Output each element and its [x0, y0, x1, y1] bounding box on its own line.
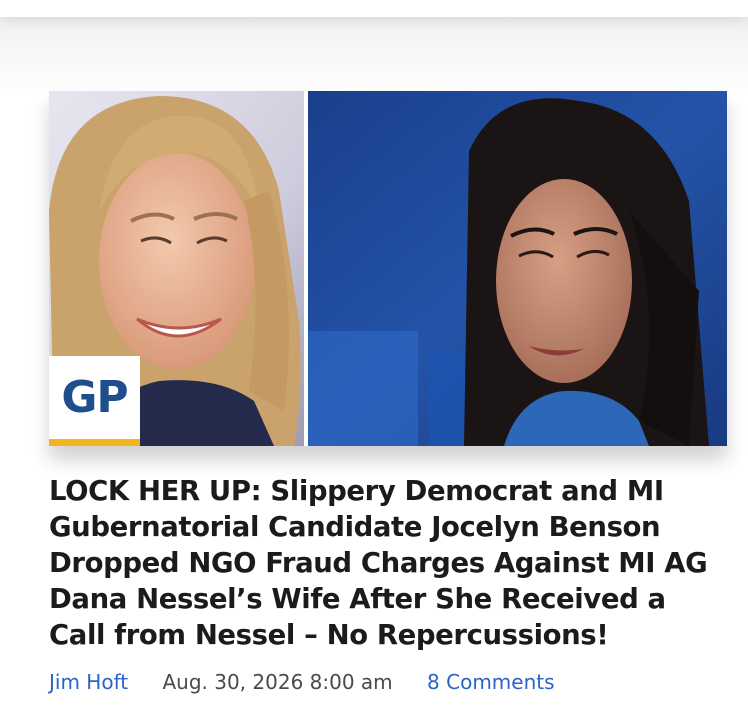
featured-photo: [49, 91, 727, 446]
top-navigation-bar: [0, 0, 748, 17]
gp-logo-badge: GP: [49, 356, 140, 446]
featured-image[interactable]: GP: [49, 91, 727, 446]
author-link[interactable]: Jim Hoft: [49, 669, 128, 695]
header-shadow: [0, 17, 748, 97]
article-headline[interactable]: LOCK HER UP: Slippery Democrat and MI Gu…: [49, 473, 709, 653]
comments-link[interactable]: 8 Comments: [427, 669, 555, 695]
article-meta: Jim Hoft Aug. 30, 2026 8:00 am 8 Comment…: [49, 669, 555, 695]
gp-logo-underline: [49, 439, 140, 446]
publish-date: Aug. 30, 2026 8:00 am: [162, 670, 393, 694]
gp-logo-text: GP: [61, 372, 128, 423]
